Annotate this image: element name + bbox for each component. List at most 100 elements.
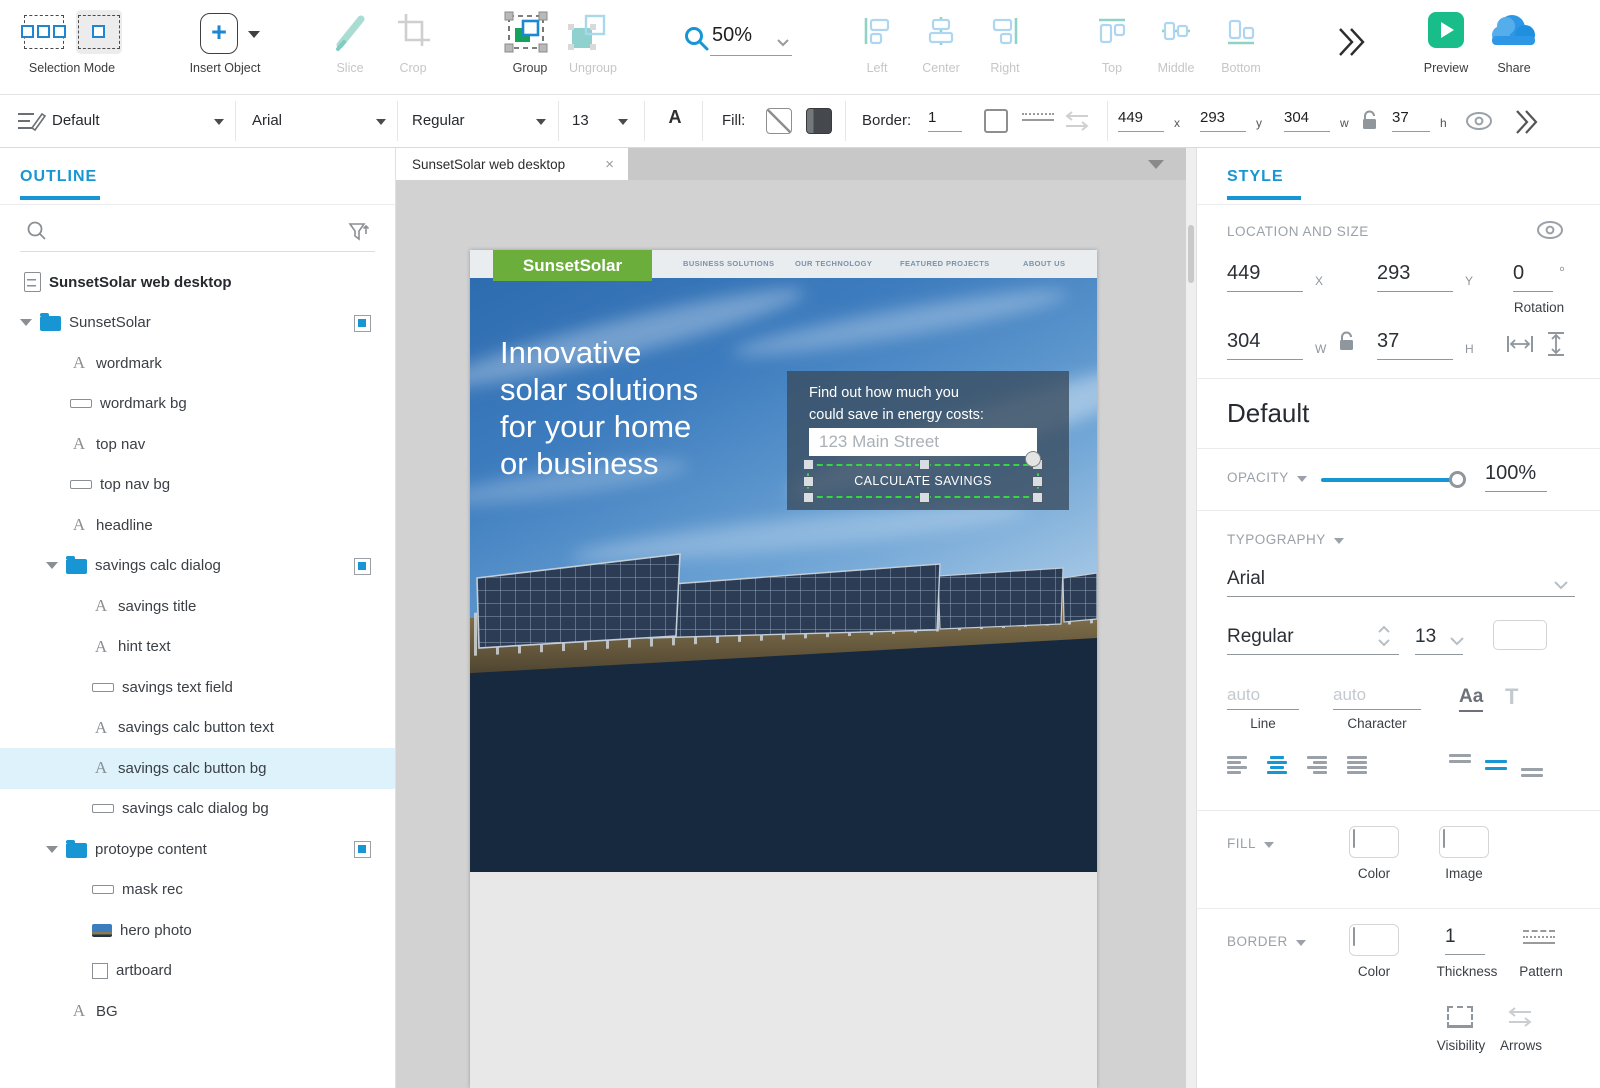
tab-list-dropdown-icon[interactable] [1148,160,1164,169]
layer-row-group[interactable]: savings calc dialog [0,546,395,587]
chevron-down-icon[interactable] [1449,636,1465,646]
align-left-icon[interactable] [862,16,892,46]
rotation-input[interactable]: 0 [1513,262,1553,292]
align-top-icon[interactable] [1097,16,1127,46]
font-family-dropdown-icon[interactable] [376,119,386,125]
text-color-swatch[interactable] [1493,620,1547,650]
selection-handle[interactable] [919,459,930,470]
document-tab[interactable]: SunsetSolar web desktop × [396,148,628,180]
border-pattern-icon[interactable] [1523,930,1555,948]
visibility-eye-icon[interactable] [1464,111,1494,131]
zoom-dropdown-icon[interactable] [776,38,790,47]
text-style-select[interactable]: Default [52,112,100,129]
selection-handle[interactable] [1032,476,1043,487]
canvas-area[interactable]: SunsetSolar web desktop × BUSINESS SOLUT… [396,148,1186,1088]
width-input[interactable]: 304 [1284,109,1330,132]
address-input[interactable] [809,428,1037,456]
layer-row-rect[interactable]: top nav bg [0,465,395,506]
resize-vertical-icon[interactable] [1545,330,1567,358]
justify-text-icon[interactable] [1347,756,1373,776]
border-thickness-input[interactable]: 1 [1445,926,1485,955]
height-input[interactable]: 37 [1377,330,1453,360]
layer-select-badge[interactable] [354,315,371,332]
align-center-icon[interactable] [926,16,956,46]
layer-row-rect[interactable]: wordmark bg [0,384,395,425]
selection-handle[interactable] [803,459,814,470]
ungroup-icon[interactable] [566,10,612,56]
border-color-swatch[interactable] [1349,924,1399,956]
toolbar-expand-icon[interactable] [1336,26,1366,58]
layer-row-rect[interactable]: mask rec [0,870,395,911]
insert-object-button[interactable]: + [200,13,238,54]
opacity-slider[interactable] [1321,478,1461,482]
layer-row-text[interactable]: A top nav [0,424,395,465]
format-expand-icon[interactable] [1514,108,1540,136]
font-size-select[interactable]: 13 [572,112,589,129]
layer-row-text[interactable]: A savings calc button text [0,708,395,749]
fill-none-swatch[interactable] [766,108,792,134]
scrollbar-thumb[interactable] [1188,225,1194,283]
layer-select-badge[interactable] [354,841,371,858]
y-position-input[interactable]: 293 [1200,109,1246,132]
caret-down-icon[interactable] [20,319,32,326]
layer-select-badge[interactable] [354,558,371,575]
outline-tab[interactable]: OUTLINE [20,168,97,186]
layer-row-rect[interactable]: savings text field [0,667,395,708]
selection-handle[interactable] [919,492,930,503]
caret-down-icon[interactable] [46,846,58,853]
style-tab[interactable]: STYLE [1227,168,1284,186]
chevron-down-icon[interactable] [1553,580,1569,590]
align-text-middle-icon[interactable] [1485,758,1511,774]
align-text-left-icon[interactable] [1227,756,1253,776]
rotation-handle[interactable] [1025,451,1041,467]
align-right-icon[interactable] [990,16,1020,46]
selection-handle[interactable] [803,476,814,487]
font-size-dropdown-icon[interactable] [618,119,628,125]
selection-handle[interactable] [1032,492,1043,503]
align-text-right-icon[interactable] [1307,756,1333,776]
layer-row-group[interactable]: protoype content [0,829,395,870]
layer-row-rect[interactable]: savings calc dialog bg [0,789,395,830]
calculate-savings-button-selection[interactable]: CALCULATE SAVINGS [807,464,1039,498]
layer-row-text[interactable]: A headline [0,505,395,546]
layer-row-selected[interactable]: A savings calc button bg [0,748,395,789]
layer-row-artboard[interactable]: artboard [0,951,395,992]
layer-row-text[interactable]: A BG [0,991,395,1032]
slice-icon[interactable] [332,12,370,52]
layer-row-group[interactable]: SunsetSolar [0,303,395,344]
eye-icon[interactable] [1535,220,1565,240]
filter-icon[interactable] [347,220,371,244]
font-weight-select[interactable]: Regular [1227,626,1399,655]
lock-open-icon[interactable] [1337,330,1355,354]
opacity-value-input[interactable]: 100% [1485,462,1547,492]
group-icon[interactable] [503,8,549,56]
swap-border-icon[interactable] [1062,111,1092,133]
opacity-slider-knob[interactable] [1449,471,1466,488]
border-color-swatch[interactable] [984,109,1008,133]
font-family-select[interactable]: Arial [1227,568,1575,597]
width-input[interactable]: 304 [1227,330,1303,360]
caret-down-icon[interactable] [46,562,58,569]
font-family-select[interactable]: Arial [252,112,282,129]
preview-button[interactable] [1428,12,1464,48]
fill-color-swatch[interactable] [1349,826,1399,858]
layer-row-text[interactable]: A wordmark [0,343,395,384]
align-text-top-icon[interactable] [1449,754,1475,770]
fill-section-label[interactable]: FILL [1227,836,1274,851]
x-position-input[interactable]: 449 [1118,109,1164,132]
single-select-mode-button[interactable] [76,10,122,54]
multi-select-mode-button[interactable] [22,10,66,54]
text-shadow-icon[interactable]: T [1505,684,1518,710]
share-cloud-icon[interactable] [1490,10,1538,50]
crop-icon[interactable] [394,12,432,52]
character-spacing-input[interactable]: auto [1333,685,1421,710]
height-input[interactable]: 37 [1392,109,1430,132]
insert-object-dropdown-icon[interactable] [248,31,260,38]
search-input[interactable] [52,218,335,244]
line-height-input[interactable]: auto [1227,685,1299,710]
layer-row-text[interactable]: A hint text [0,627,395,668]
fill-color-swatch[interactable] [806,108,832,134]
y-input[interactable]: 293 [1377,262,1453,292]
opacity-section-label[interactable]: OPACITY [1227,470,1307,485]
align-text-center-icon[interactable] [1267,756,1293,776]
